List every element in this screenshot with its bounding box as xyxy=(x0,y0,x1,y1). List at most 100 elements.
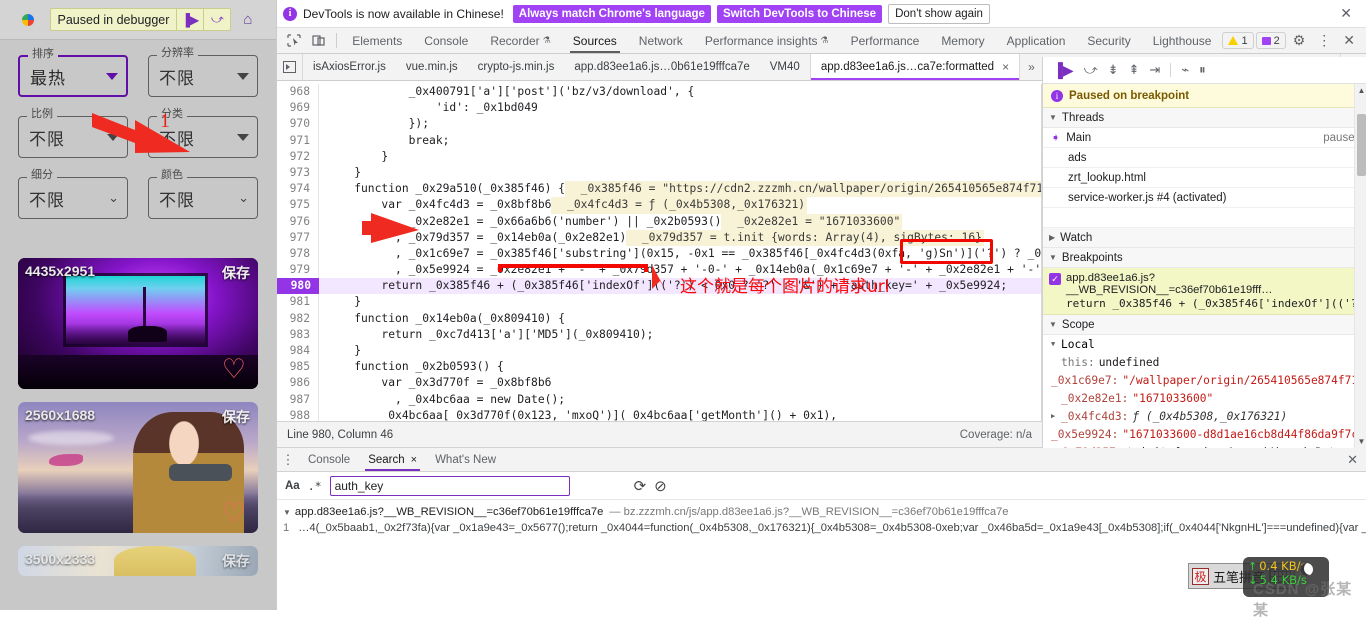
line-number[interactable]: 984 xyxy=(277,343,319,360)
refresh-icon[interactable]: ⟳ xyxy=(634,477,647,495)
thread-row[interactable]: ads xyxy=(1043,148,1366,168)
warning-count-badge[interactable]: 1 xyxy=(1222,32,1254,49)
line-number[interactable]: 981 xyxy=(277,294,319,311)
chevron-down-icon[interactable] xyxy=(107,133,119,141)
code-line[interactable]: 973 } xyxy=(277,164,1041,182)
code-line[interactable]: 978 , _0x1c69e7 = _0x385f46['substring']… xyxy=(277,245,1041,263)
clear-icon[interactable]: ⊘ xyxy=(654,477,667,495)
search-result-file-header[interactable]: ▼ app.d83ee1a6.js?__WB_REVISION__=c36ef7… xyxy=(283,506,1366,518)
debugger-sidebar-scrollbar[interactable]: ▲ ▼ xyxy=(1354,84,1366,448)
code-line[interactable]: 970 }); xyxy=(277,116,1041,133)
close-drawer-icon[interactable]: ✕ xyxy=(1338,448,1366,471)
chevron-down-icon[interactable] xyxy=(237,133,249,141)
heart-icon[interactable]: ♡ xyxy=(222,356,246,383)
scope-var[interactable]: ▶ _0x4fc4d3: ƒ (_0x4b5308,_0x176321) xyxy=(1043,407,1366,425)
thread-row[interactable]: ➧ Main paused xyxy=(1043,128,1366,148)
line-number[interactable]: 983 xyxy=(277,326,319,343)
navigator-toggle-icon[interactable] xyxy=(277,54,303,80)
tab-console[interactable]: Console xyxy=(413,28,479,53)
code-line[interactable]: 975 var _0x4fc4d3 = _0x8bf8b6 _0x4fc4d3 … xyxy=(277,197,1041,214)
file-tab-app-js-formatted[interactable]: app.d83ee1a6.js…ca7e:formatted × xyxy=(809,54,1021,80)
close-icon[interactable]: × xyxy=(1002,60,1009,74)
chevron-down-icon[interactable] xyxy=(237,72,249,80)
tab-recorder[interactable]: Recorder ⚗ xyxy=(479,28,561,53)
save-button[interactable]: 保存 xyxy=(222,407,250,427)
scrollbar-thumb[interactable] xyxy=(1357,114,1366,176)
tab-network[interactable]: Network xyxy=(628,28,694,53)
step-over-icon[interactable]: ⤻ xyxy=(1084,62,1098,78)
thread-row[interactable]: zrt_lookup.html xyxy=(1043,168,1366,188)
code-line[interactable]: 983 return _0xc7d413['a']['MD5'](_0x8094… xyxy=(277,326,1041,343)
line-number[interactable]: 980 xyxy=(277,278,319,295)
line-number[interactable]: 970 xyxy=(277,116,319,133)
line-number[interactable]: 978 xyxy=(277,245,319,263)
thread-row[interactable]: service-worker.js #4 (activated) xyxy=(1043,188,1366,208)
line-number[interactable]: 974 xyxy=(277,181,319,198)
file-tab-vm40[interactable]: VM40 xyxy=(760,54,810,80)
filter-resolution[interactable]: 分辨率 不限 xyxy=(148,48,258,97)
file-tab-overflow-icon[interactable]: » xyxy=(1020,54,1043,80)
tab-lighthouse[interactable]: Lighthouse xyxy=(1142,28,1223,53)
line-number[interactable]: 985 xyxy=(277,359,319,376)
more-options-icon[interactable]: ⋮ xyxy=(1312,32,1336,49)
line-number[interactable]: 971 xyxy=(277,132,319,149)
chevron-down-icon[interactable]: ⌄ xyxy=(108,190,119,206)
close-devtools-icon[interactable]: ✕ xyxy=(1338,32,1360,49)
code-line[interactable]: 984 } xyxy=(277,343,1041,360)
drawer-tab-whats-new[interactable]: What's New xyxy=(426,448,505,471)
code-line[interactable]: 987 , _0x4bc6aa = new Date(); xyxy=(277,391,1041,408)
settings-gear-icon[interactable]: ⚙ xyxy=(1288,32,1311,49)
switch-to-chinese-button[interactable]: Switch DevTools to Chinese xyxy=(716,4,883,23)
code-line[interactable]: 977 , _0x79d357 = _0x14eb0a(_0x2e82e1) _… xyxy=(277,229,1041,246)
step-over-icon[interactable]: ⤻ xyxy=(203,9,230,30)
line-number[interactable]: 988 xyxy=(277,407,319,421)
file-tab-app-js[interactable]: app.d83ee1a6.js…0b61e19fffca7e xyxy=(564,54,759,80)
code-line[interactable]: 969 'id': _0x1bd049 xyxy=(277,100,1041,117)
scroll-up-icon[interactable]: ▲ xyxy=(1355,84,1366,97)
device-toolbar-icon[interactable] xyxy=(307,28,333,53)
scope-local-header[interactable]: ▼ Local xyxy=(1043,335,1366,353)
match-case-icon[interactable]: Aa xyxy=(285,480,300,492)
step-into-icon[interactable]: ⇟ xyxy=(1108,62,1119,78)
step-icon[interactable]: ⇥ xyxy=(1149,62,1160,78)
code-line[interactable]: 981 } xyxy=(277,294,1041,311)
scope-section-header[interactable]: ▼ Scope xyxy=(1043,315,1366,335)
wallpaper-card[interactable]: 3500x2333 保存 xyxy=(18,546,258,576)
close-icon[interactable]: ✕ xyxy=(1332,5,1360,22)
line-number[interactable]: 975 xyxy=(277,197,319,214)
file-tab-vue-min[interactable]: vue.min.js xyxy=(396,54,468,80)
heart-icon[interactable]: ♡ xyxy=(222,500,246,527)
threads-section-header[interactable]: ▼ Threads xyxy=(1043,108,1366,128)
home-icon[interactable]: ⌂ xyxy=(243,11,252,28)
code-line[interactable]: 985 function _0x2b0593() { xyxy=(277,359,1041,376)
tab-security[interactable]: Security xyxy=(1076,28,1141,53)
message-count-badge[interactable]: 2 xyxy=(1255,32,1286,49)
filter-color[interactable]: 颜色 不限 ⌄ xyxy=(148,170,258,219)
line-number[interactable]: 972 xyxy=(277,148,319,165)
drawer-more-options-icon[interactable]: ⋮ xyxy=(277,448,299,471)
breakpoint-checkbox[interactable]: ✓ xyxy=(1049,273,1061,285)
code-line[interactable]: 979 , _0x5e9924 = _0x2e82e1 + '-' + _0x7… xyxy=(277,262,1041,279)
code-line[interactable]: 980 return _0x385f46 + (_0x385f46['index… xyxy=(277,278,1041,295)
code-line[interactable]: 988 _0x4bc6aa[_0x3d770f(0x123, 'mxoQ')](… xyxy=(277,407,1041,421)
file-tab-crypto-js[interactable]: crypto-js.min.js xyxy=(468,54,565,80)
save-button[interactable]: 保存 xyxy=(222,551,250,571)
dont-show-again-button[interactable]: Don't show again xyxy=(888,3,990,24)
search-result-row[interactable]: 1 …4(_0x5baab1,_0x2f73fa){var _0x1a9e43=… xyxy=(283,522,1366,534)
code-line[interactable]: 974 function _0x29a510(_0x385f46) { _0x3… xyxy=(277,181,1041,198)
line-number[interactable]: 969 xyxy=(277,100,319,117)
wallpaper-card[interactable]: 4435x2951 保存 ♡ xyxy=(18,258,258,389)
step-out-icon[interactable]: ⇞ xyxy=(1129,62,1140,78)
tab-memory[interactable]: Memory xyxy=(930,28,995,53)
resume-icon[interactable]: ▐▶ xyxy=(176,9,203,30)
line-number[interactable]: 976 xyxy=(277,213,319,230)
drawer-tab-search[interactable]: Search × xyxy=(359,448,426,471)
tab-performance[interactable]: Performance xyxy=(840,28,931,53)
code-line[interactable]: 971 break; xyxy=(277,132,1041,149)
code-line[interactable]: 976 , _0x2e82e1 = _0x66a6b6('number') ||… xyxy=(277,213,1041,230)
inspect-element-icon[interactable] xyxy=(281,28,307,53)
code-line[interactable]: 968 _0x400791['a']['post']('bz/v3/downlo… xyxy=(277,84,1041,101)
tab-application[interactable]: Application xyxy=(996,28,1077,53)
breakpoints-section-header[interactable]: ▼ Breakpoints xyxy=(1043,248,1366,268)
tab-sources[interactable]: Sources xyxy=(562,28,628,53)
